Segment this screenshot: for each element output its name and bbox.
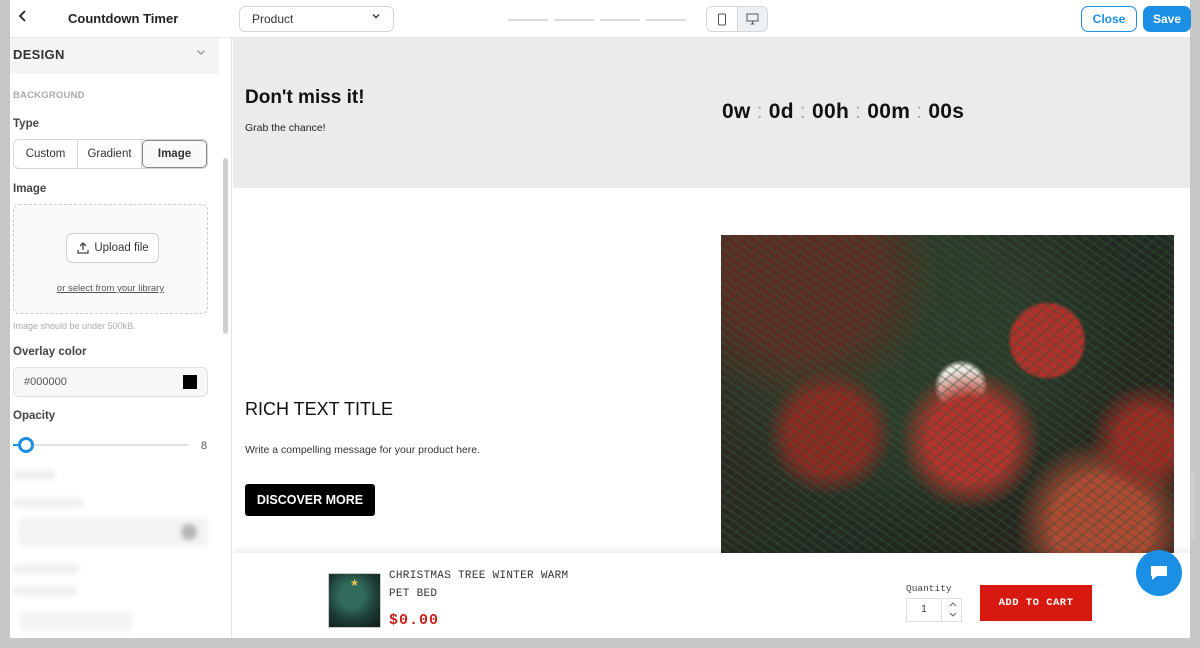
- quantity-stepper: 1: [906, 598, 962, 622]
- opacity-value: 8: [201, 440, 208, 452]
- product-name: CHRISTMAS TREE WINTER WARM PET BED: [389, 570, 569, 600]
- upload-label: Upload file: [94, 242, 149, 254]
- banner-heading: Don't miss it!: [245, 87, 365, 108]
- canvas-scrollbar[interactable]: [1191, 470, 1195, 540]
- mobile-view-button[interactable]: [707, 7, 737, 31]
- image-dropzone[interactable]: Upload file or select from your library: [13, 204, 208, 314]
- timer-hours: 00h: [812, 100, 850, 123]
- settings-sidebar: DESIGN BACKGROUND Type Custom Gradient I…: [10, 38, 232, 638]
- banner-subtext: Grab the chance!: [245, 122, 326, 134]
- save-button[interactable]: Save: [1143, 6, 1191, 32]
- obscured-settings: [13, 466, 213, 636]
- chevron-up-icon: [949, 602, 956, 607]
- christmas-ornament-image: [721, 235, 1174, 565]
- editor-frame: Countdown Timer Product Close Save DESIG…: [0, 0, 1200, 648]
- device-toggle: [706, 6, 768, 32]
- upload-icon: [77, 242, 89, 254]
- chat-launcher-button[interactable]: [1136, 550, 1182, 596]
- countdown-timer: 0w : 0d : 00h : 00m : 00s: [722, 100, 964, 124]
- top-bar: Countdown Timer Product Close Save: [10, 0, 1191, 38]
- background-group-label: BACKGROUND: [13, 90, 85, 101]
- type-option-custom[interactable]: Custom: [14, 140, 78, 168]
- timer-separator: :: [916, 100, 923, 123]
- sticky-add-to-cart-bar: ★ CHRISTMAS TREE WINTER WARM PET BED $0.…: [233, 553, 1190, 638]
- chevron-down-icon: [195, 46, 207, 61]
- product-thumbnail: ★: [328, 573, 381, 628]
- close-button[interactable]: Close: [1081, 6, 1137, 32]
- overlay-color-label: Overlay color: [13, 346, 87, 358]
- placeholder-lines: [508, 19, 692, 21]
- timer-separator: :: [799, 100, 807, 123]
- chevron-down-icon: [949, 612, 956, 617]
- quantity-input[interactable]: 1: [907, 599, 942, 621]
- back-button[interactable]: [14, 9, 32, 27]
- page-type-select[interactable]: Product: [239, 6, 394, 32]
- background-type-segmented: Custom Gradient Image: [13, 139, 208, 169]
- overlay-color-input[interactable]: #000000: [13, 367, 208, 397]
- rich-text-message: Write a compelling message for your prod…: [245, 444, 480, 456]
- timer-minutes: 00m: [867, 100, 911, 123]
- sidebar-scrollbar[interactable]: [223, 158, 228, 334]
- image-size-hint: Image should be under 500kB.: [13, 321, 136, 331]
- quantity-label: Quantity: [906, 583, 952, 594]
- discover-more-button[interactable]: DISCOVER MORE: [245, 484, 375, 516]
- timer-days: 0d: [768, 100, 794, 123]
- image-label: Image: [13, 183, 47, 195]
- timer-weeks: 0w: [722, 100, 751, 123]
- timer-seconds: 00s: [928, 100, 965, 123]
- mobile-icon: [717, 13, 726, 25]
- type-label: Type: [13, 118, 39, 130]
- upload-file-button[interactable]: Upload file: [66, 233, 159, 263]
- chat-bubble-icon: [1151, 566, 1167, 580]
- countdown-banner[interactable]: Don't miss it! Grab the chance! 0w : 0d …: [233, 38, 1190, 188]
- add-to-cart-button[interactable]: ADD TO CART: [980, 585, 1092, 621]
- timer-separator: :: [855, 100, 862, 123]
- overlay-color-value: #000000: [24, 376, 67, 388]
- page-type-value: Product: [252, 12, 294, 26]
- section-title: DESIGN: [13, 47, 65, 62]
- timer-separator: :: [756, 100, 763, 123]
- library-link[interactable]: or select from your library: [14, 283, 207, 294]
- app-title: Countdown Timer: [68, 11, 179, 26]
- design-section-header[interactable]: DESIGN: [10, 38, 219, 74]
- chevron-down-icon: [371, 11, 381, 24]
- opacity-slider-handle[interactable]: [18, 437, 34, 453]
- opacity-label: Opacity: [13, 410, 56, 422]
- desktop-view-button[interactable]: [736, 7, 767, 31]
- quantity-increase-button[interactable]: [944, 599, 961, 610]
- color-swatch[interactable]: [183, 375, 197, 389]
- quantity-decrease-button[interactable]: [944, 610, 961, 621]
- type-option-image[interactable]: Image: [142, 140, 207, 168]
- product-price: $0.00: [389, 612, 440, 629]
- rich-text-title: RICH TEXT TITLE: [245, 399, 394, 419]
- type-option-gradient[interactable]: Gradient: [78, 140, 142, 168]
- opacity-slider-track[interactable]: [18, 444, 188, 446]
- desktop-icon: [746, 13, 759, 25]
- chevron-left-icon: [18, 10, 26, 22]
- preview-canvas: Don't miss it! Grab the chance! 0w : 0d …: [233, 38, 1190, 638]
